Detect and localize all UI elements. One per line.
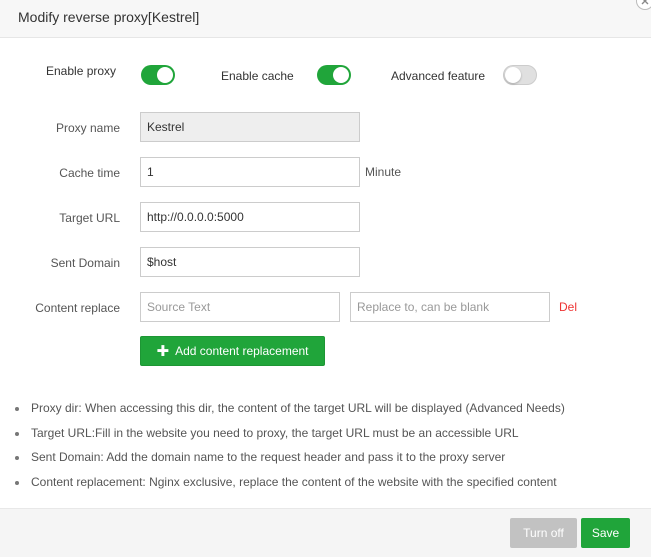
- dialog-title: Modify reverse proxy[Kestrel]: [18, 9, 200, 25]
- cache-time-input[interactable]: [140, 157, 360, 187]
- enable-cache-label: Enable cache: [221, 69, 294, 83]
- sent-domain-input[interactable]: [140, 247, 360, 277]
- turn-off-button[interactable]: Turn off: [510, 518, 577, 548]
- tip-item: Content replacement: Nginx exclusive, re…: [14, 475, 565, 500]
- cache-time-label: Cache time: [59, 166, 120, 180]
- add-content-replacement-button[interactable]: ✚ Add content replacement: [140, 336, 325, 366]
- toggle-knob: [333, 67, 349, 83]
- toggle-knob: [505, 67, 521, 83]
- help-tips-list: Proxy dir: When accessing this dir, the …: [14, 401, 565, 499]
- add-content-replacement-label: Add content replacement: [175, 344, 309, 358]
- dialog-header: Modify reverse proxy[Kestrel]: [0, 0, 651, 38]
- sent-domain-label: Sent Domain: [50, 256, 120, 270]
- enable-proxy-label: Enable proxy: [46, 64, 117, 78]
- plus-icon: ✚: [156, 342, 170, 360]
- proxy-name-label: Proxy name: [55, 121, 120, 135]
- tip-item: Proxy dir: When accessing this dir, the …: [14, 401, 565, 426]
- close-icon: [641, 0, 649, 5]
- enable-cache-toggle[interactable]: [317, 65, 351, 85]
- cache-time-unit: Minute: [365, 165, 402, 179]
- target-url-input[interactable]: [140, 202, 360, 232]
- toggle-knob: [157, 67, 173, 83]
- enable-proxy-toggle[interactable]: [141, 65, 175, 85]
- tip-item: Target URL:Fill in the website you need …: [14, 426, 565, 451]
- replace-to-input[interactable]: [350, 292, 550, 322]
- advanced-feature-label: Advanced feature: [391, 69, 486, 83]
- save-button[interactable]: Save: [581, 518, 630, 548]
- source-text-input[interactable]: [140, 292, 340, 322]
- delete-replacement-link[interactable]: Del: [559, 300, 577, 314]
- proxy-name-input[interactable]: [140, 112, 360, 142]
- target-url-label: Target URL: [59, 211, 120, 225]
- advanced-feature-toggle[interactable]: [503, 65, 537, 85]
- content-replace-label: Content replace: [35, 301, 120, 315]
- tip-item: Sent Domain: Add the domain name to the …: [14, 450, 565, 475]
- dialog-footer: Turn off Save: [0, 508, 651, 557]
